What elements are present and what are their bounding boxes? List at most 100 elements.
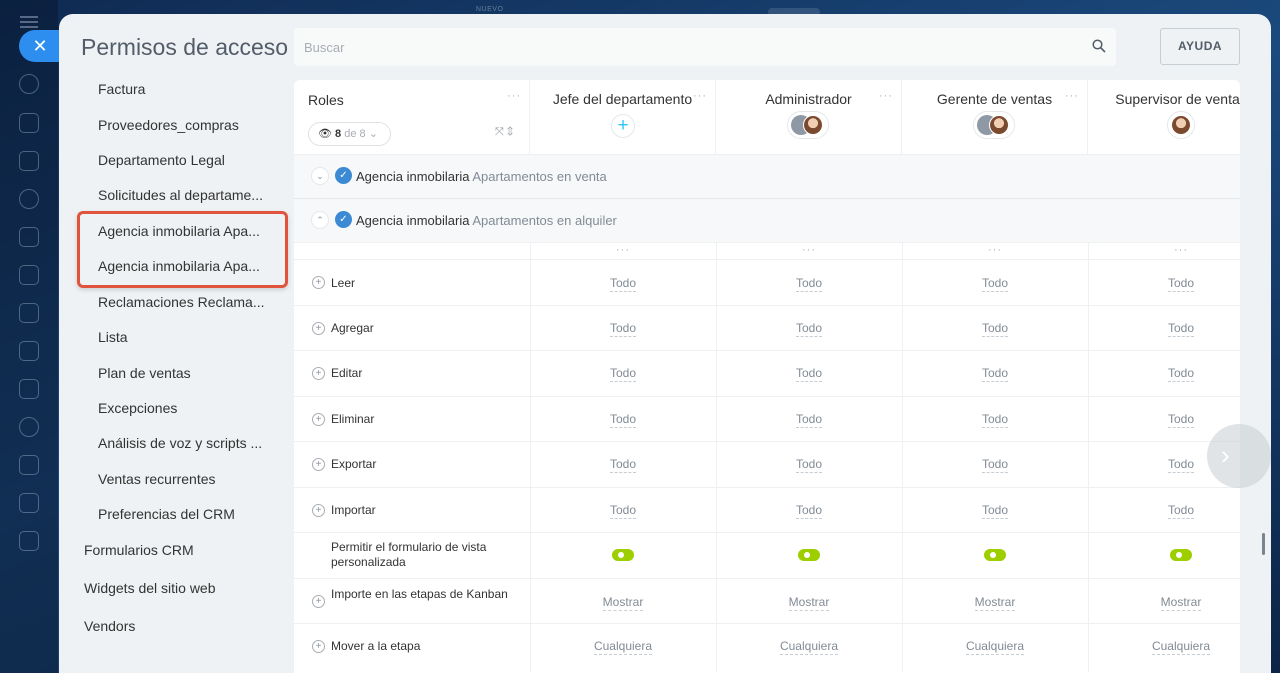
permission-value[interactable]: Todo (530, 412, 716, 428)
permission-value[interactable]: Todo (902, 276, 1088, 292)
search-input[interactable]: Buscar (304, 40, 344, 55)
menu-item-widgets[interactable]: Widgets del sitio web (84, 580, 284, 596)
more-icon[interactable]: ··· (1174, 244, 1188, 256)
permission-value[interactable]: Todo (1088, 503, 1240, 519)
toggle-switch[interactable] (984, 549, 1006, 561)
permission-value[interactable]: Mostrar (1088, 595, 1240, 611)
menu-item-plan-ventas[interactable]: Plan de ventas (98, 365, 268, 381)
avatar[interactable] (973, 111, 1015, 139)
expand-plus-icon[interactable]: + (312, 322, 325, 335)
menu-item-solicitudes[interactable]: Solicitudes al departame... (98, 187, 268, 203)
menu-item-departamento-legal[interactable]: Departamento Legal (98, 152, 268, 168)
menu-item-lista[interactable]: Lista (98, 329, 268, 345)
filter-icon[interactable] (19, 493, 39, 513)
permission-value[interactable]: Cualquiera (902, 639, 1088, 655)
permission-value[interactable]: Todo (530, 457, 716, 473)
toggle-switch[interactable] (798, 549, 820, 561)
permission-value[interactable]: Todo (902, 457, 1088, 473)
chevron-up-icon[interactable]: ⌃ (311, 211, 329, 229)
permission-value[interactable]: Cualquiera (1088, 639, 1240, 655)
column-title[interactable]: Jefe del departamento (530, 91, 715, 107)
menu-item-reclamaciones[interactable]: Reclamaciones Reclama... (98, 294, 268, 310)
permission-value[interactable]: Todo (902, 503, 1088, 519)
permission-value[interactable]: Todo (716, 457, 902, 473)
search-bar[interactable]: Buscar (294, 28, 1116, 66)
scroll-right-button[interactable]: › (1207, 424, 1271, 488)
documents-icon[interactable] (19, 265, 39, 285)
expand-plus-icon[interactable]: + (312, 276, 325, 289)
menu-item-preferencias-crm[interactable]: Preferencias del CRM (98, 506, 268, 522)
column-title[interactable]: Administrador (716, 91, 901, 107)
permission-value[interactable]: Todo (530, 366, 716, 382)
permission-value[interactable]: Mostrar (530, 595, 716, 611)
roles-more-icon[interactable]: ··· (507, 90, 521, 102)
expand-plus-icon[interactable]: + (312, 458, 325, 471)
more-icon[interactable]: ··· (693, 90, 707, 102)
add-user-icon[interactable]: + (611, 114, 635, 138)
expand-plus-icon[interactable]: + (312, 367, 325, 380)
permission-value[interactable]: Todo (530, 503, 716, 519)
chevron-down-icon[interactable]: ⌄ (311, 167, 329, 185)
permission-value[interactable]: Todo (1088, 276, 1240, 292)
section-apartamentos-venta[interactable]: ⌄ ✓ Agencia inmobilaria Apartamentos en … (294, 154, 1240, 198)
avatar[interactable] (1167, 111, 1195, 139)
permission-value[interactable]: Todo (716, 276, 902, 292)
checkbox-icon[interactable] (19, 455, 39, 475)
monitor-icon[interactable] (19, 303, 39, 323)
more-icon[interactable]: ··· (1065, 90, 1079, 102)
more-icon[interactable]: ··· (802, 244, 816, 256)
menu-item-formularios-crm[interactable]: Formularios CRM (84, 542, 284, 558)
permission-value[interactable]: Todo (530, 276, 716, 292)
contacts-icon[interactable] (19, 417, 39, 437)
toggle-switch[interactable] (612, 549, 634, 561)
permission-value[interactable]: Todo (716, 321, 902, 337)
messages-icon[interactable] (19, 113, 39, 133)
column-title[interactable]: Gerente de ventas (902, 91, 1087, 107)
permission-value[interactable]: Mostrar (902, 595, 1088, 611)
permission-value[interactable]: Todo (716, 503, 902, 519)
inbox-icon[interactable] (19, 531, 39, 551)
menu-item-factura[interactable]: Factura (98, 81, 268, 97)
permission-value[interactable]: Todo (902, 412, 1088, 428)
collapse-expand-icon[interactable]: ⤧ ⇕ (495, 126, 513, 139)
avatar[interactable] (787, 111, 829, 139)
permission-value[interactable]: Todo (716, 412, 902, 428)
permission-value[interactable]: Todo (902, 366, 1088, 382)
tasks-icon[interactable] (19, 151, 39, 171)
expand-plus-icon[interactable]: + (312, 504, 325, 517)
permission-value[interactable]: Todo (530, 321, 716, 337)
menu-item-ventas-recurrentes[interactable]: Ventas recurrentes (98, 471, 268, 487)
expand-plus-icon[interactable]: + (312, 413, 325, 426)
expand-plus-icon[interactable]: + (312, 640, 325, 653)
permission-value[interactable]: Todo (902, 321, 1088, 337)
mail-icon[interactable] (19, 379, 39, 399)
expand-plus-icon[interactable]: + (312, 595, 325, 608)
chat-icon[interactable] (19, 74, 39, 94)
section-apartamentos-alquiler[interactable]: ⌃ ✓ Agencia inmobilaria Apartamentos en … (294, 198, 1240, 242)
menu-icon[interactable] (20, 16, 38, 28)
permission-value[interactable]: Todo (1088, 321, 1240, 337)
search-icon[interactable] (1092, 39, 1106, 53)
permission-value[interactable]: Cualquiera (716, 639, 902, 655)
permission-value[interactable]: Todo (1088, 412, 1240, 428)
column-title[interactable]: Supervisor de ventas (1088, 91, 1240, 107)
more-icon[interactable]: ··· (616, 244, 630, 256)
vertical-scrollbar[interactable] (1262, 533, 1265, 555)
menu-item-vendors[interactable]: Vendors (84, 618, 284, 634)
more-icon[interactable]: ··· (879, 90, 893, 102)
card-icon[interactable] (19, 341, 39, 361)
permission-value[interactable]: Cualquiera (530, 639, 716, 655)
menu-item-proveedores[interactable]: Proveedores_compras (98, 117, 268, 133)
calendar-icon[interactable] (19, 227, 39, 247)
menu-item-analisis-voz[interactable]: Análisis de voz y scripts ... (98, 435, 268, 451)
more-icon[interactable]: ··· (988, 244, 1002, 256)
menu-item-excepciones[interactable]: Excepciones (98, 400, 268, 416)
settings-icon[interactable] (19, 189, 39, 209)
close-slider-button[interactable]: ✕ (19, 30, 59, 62)
permission-value[interactable]: Mostrar (716, 595, 902, 611)
permission-value[interactable]: Todo (1088, 366, 1240, 382)
roles-filter-pill[interactable]: 👁︎ 8 de 8 ⌄ (308, 122, 391, 146)
help-button[interactable]: AYUDA (1160, 28, 1240, 65)
permission-value[interactable]: Todo (716, 366, 902, 382)
toggle-switch[interactable] (1170, 549, 1192, 561)
